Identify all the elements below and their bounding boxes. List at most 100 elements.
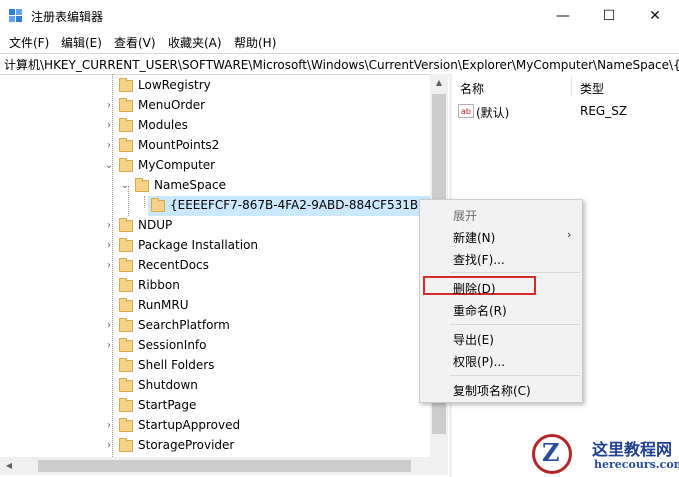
tree-item[interactable]: › StartupApproved xyxy=(0,416,430,436)
tree-item-label[interactable]: {EEEEFCF7-867B-4FA2-9ABD-884CF531B60 xyxy=(170,198,433,212)
tree-item[interactable]: LowRegistry xyxy=(0,76,430,96)
menu-item-new[interactable]: 新建(N) xyxy=(453,229,495,246)
menu-view[interactable]: 查看(V) xyxy=(114,34,156,51)
menu-help[interactable]: 帮助(H) xyxy=(234,34,276,51)
tree-item-label[interactable]: RunMRU xyxy=(138,298,188,312)
tree-item-label[interactable]: SearchPlatform xyxy=(138,318,230,332)
folder-icon xyxy=(119,278,133,292)
tree-guide-line xyxy=(144,196,145,208)
column-divider[interactable] xyxy=(571,76,572,96)
tree-item-label[interactable]: Shutdown xyxy=(138,378,198,392)
tree-item-label[interactable]: Package Installation xyxy=(138,238,258,252)
folder-icon xyxy=(119,258,133,272)
tree-item[interactable]: › NDUP xyxy=(0,216,430,236)
value-name[interactable]: (默认) xyxy=(476,104,509,121)
watermark-logo: Z 这里教程网 herecours.com xyxy=(530,432,679,477)
expand-chevron-icon[interactable]: › xyxy=(104,238,114,254)
tree-horizontal-scrollbar[interactable]: ◀ xyxy=(0,457,448,475)
window-title: 注册表编辑器 xyxy=(31,10,104,24)
collapse-chevron-icon[interactable]: ⌄ xyxy=(104,158,114,174)
expand-chevron-icon[interactable]: › xyxy=(104,258,114,274)
tree-item-label[interactable]: NameSpace xyxy=(154,178,226,192)
tree-item-label[interactable]: RecentDocs xyxy=(138,258,209,272)
address-path[interactable]: 计算机\HKEY_CURRENT_USER\SOFTWARE\Microsoft… xyxy=(4,56,679,73)
tree-item-label[interactable]: StartupApproved xyxy=(138,418,240,432)
folder-icon xyxy=(135,178,149,192)
expand-chevron-icon[interactable]: › xyxy=(104,138,114,154)
collapse-chevron-icon[interactable]: ⌄ xyxy=(120,178,130,194)
tree-item[interactable]: › Modules xyxy=(0,116,430,136)
expand-chevron-icon[interactable]: › xyxy=(104,338,114,354)
tree-item[interactable]: › SessionInfo xyxy=(0,336,430,356)
folder-icon xyxy=(119,238,133,252)
address-bar[interactable]: 计算机\HKEY_CURRENT_USER\SOFTWARE\Microsoft… xyxy=(0,53,679,75)
tree-item-label[interactable]: SessionInfo xyxy=(138,338,207,352)
expand-chevron-icon[interactable]: › xyxy=(104,438,114,454)
tree-item[interactable]: StartPage xyxy=(0,396,430,416)
tree-item-label[interactable]: MenuOrder xyxy=(138,98,205,112)
minimize-button[interactable]: — xyxy=(540,0,586,32)
tree-item[interactable]: › SearchPlatform xyxy=(0,316,430,336)
menu-item-delete[interactable]: 删除(D) xyxy=(453,280,496,297)
tree-item[interactable]: › Package Installation xyxy=(0,236,430,256)
column-header-type[interactable]: 类型 xyxy=(580,80,604,97)
menu-separator xyxy=(450,375,580,376)
expand-chevron-icon[interactable]: › xyxy=(104,318,114,334)
menu-item-export[interactable]: 导出(E) xyxy=(453,331,494,348)
tree-item[interactable]: › MenuOrder xyxy=(0,96,430,116)
folder-icon xyxy=(119,158,133,172)
tree-item[interactable]: ⌄ NameSpace xyxy=(0,176,430,196)
menu-item-find[interactable]: 查找(F)... xyxy=(453,251,505,268)
tree-item-selected[interactable]: {EEEEFCF7-867B-4FA2-9ABD-884CF531B60 xyxy=(148,196,433,216)
tree-item[interactable]: › MountPoints2 xyxy=(0,136,430,156)
submenu-arrow-icon: › xyxy=(567,228,572,241)
close-button[interactable]: ✕ xyxy=(632,0,678,32)
menu-edit[interactable]: 编辑(E) xyxy=(61,34,102,51)
tree-item-label[interactable]: StorageProvider xyxy=(138,438,234,452)
menu-item-copy-key-name[interactable]: 复制项名称(C) xyxy=(453,382,531,399)
tree-item[interactable]: Shell Folders xyxy=(0,356,430,376)
menu-item-permissions[interactable]: 权限(P)... xyxy=(453,353,505,370)
tree-item[interactable]: RunMRU xyxy=(0,296,430,316)
registry-editor-icon xyxy=(9,9,22,22)
tree-item[interactable]: Shutdown xyxy=(0,376,430,396)
folder-icon xyxy=(119,298,133,312)
tree-item[interactable]: › StorageProvider xyxy=(0,436,430,456)
tree-item-label[interactable]: Modules xyxy=(138,118,188,132)
tree-item-label[interactable]: LowRegistry xyxy=(138,78,211,92)
column-header-name[interactable]: 名称 xyxy=(460,80,484,97)
tree-item[interactable]: › RecentDocs xyxy=(0,256,430,276)
horizontal-scroll-thumb[interactable] xyxy=(38,460,411,472)
tree-item-label[interactable]: MyComputer xyxy=(138,158,215,172)
tree-item-label[interactable]: StartPage xyxy=(138,398,196,412)
tree-item-label[interactable]: Shell Folders xyxy=(138,358,214,372)
folder-icon xyxy=(119,378,133,392)
tree-item-label[interactable]: Ribbon xyxy=(138,278,180,292)
scroll-up-arrow-icon[interactable]: ▲ xyxy=(430,74,448,92)
menu-favorites[interactable]: 收藏夹(A) xyxy=(168,34,222,51)
tree-item-label[interactable]: MountPoints2 xyxy=(138,138,219,152)
scroll-left-arrow-icon[interactable]: ◀ xyxy=(0,457,18,475)
folder-icon xyxy=(119,118,133,132)
tree-item[interactable]: Ribbon xyxy=(0,276,430,296)
expand-chevron-icon[interactable]: › xyxy=(104,418,114,434)
maximize-button[interactable]: ☐ xyxy=(586,0,632,32)
menu-item-rename[interactable]: 重命名(R) xyxy=(453,302,507,319)
folder-icon xyxy=(119,138,133,152)
expand-chevron-icon[interactable]: › xyxy=(104,218,114,234)
tree-item[interactable]: ⌄ MyComputer xyxy=(0,156,430,176)
folder-icon xyxy=(151,198,165,212)
menu-file[interactable]: 文件(F) xyxy=(9,34,49,51)
menu-separator xyxy=(450,272,580,273)
folder-icon xyxy=(119,338,133,352)
watermark-letter: Z xyxy=(542,438,560,467)
tree-item-label[interactable]: NDUP xyxy=(138,218,172,232)
context-menu: 展开 新建(N) › 查找(F)... 删除(D) 重命名(R) 导出(E) 权… xyxy=(419,199,583,403)
expand-chevron-icon[interactable]: › xyxy=(104,118,114,134)
expand-chevron-icon[interactable]: › xyxy=(104,98,114,114)
folder-icon xyxy=(119,398,133,412)
watermark-url: herecours.com xyxy=(594,458,679,471)
folder-icon xyxy=(119,78,133,92)
string-value-icon: ab xyxy=(458,104,474,118)
menu-bar: 文件(F) 编辑(E) 查看(V) 收藏夹(A) 帮助(H) xyxy=(0,32,679,52)
